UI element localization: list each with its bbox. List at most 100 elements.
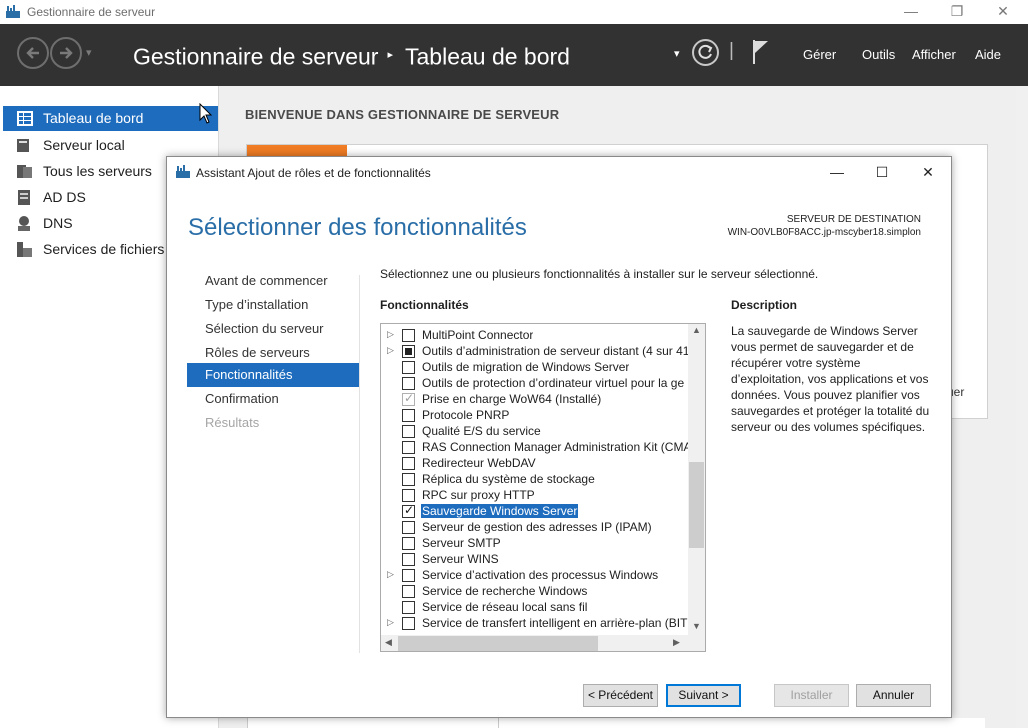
scroll-left-icon[interactable]: ◀ bbox=[385, 637, 392, 648]
menu-help[interactable]: Aide bbox=[975, 47, 1001, 62]
expand-icon[interactable]: ▷ bbox=[387, 345, 394, 356]
sidebar-item-label: Tous les serveurs bbox=[43, 163, 152, 179]
step-installation-type[interactable]: Type d’installation bbox=[187, 293, 359, 317]
menu-view[interactable]: Afficher bbox=[912, 47, 956, 62]
feature-label[interactable]: Qualité E/S du service bbox=[422, 424, 541, 438]
feature-label[interactable]: Service de recherche Windows bbox=[422, 584, 587, 598]
step-confirmation[interactable]: Confirmation bbox=[187, 387, 359, 411]
menu-tools[interactable]: Outils bbox=[862, 47, 895, 62]
features-horizontal-scrollbar[interactable]: ◀ ▶ bbox=[381, 635, 688, 651]
breadcrumb-app[interactable]: Gestionnaire de serveur bbox=[133, 43, 378, 69]
refresh-button[interactable] bbox=[692, 39, 719, 66]
feature-row[interactable]: Outils de protection d’ordinateur virtue… bbox=[381, 375, 689, 391]
notifications-flag-icon[interactable] bbox=[752, 39, 770, 65]
feature-checkbox[interactable] bbox=[402, 569, 415, 582]
scroll-down-icon[interactable]: ▼ bbox=[692, 621, 701, 631]
dialog-minimize-button[interactable]: — bbox=[822, 161, 852, 183]
feature-label[interactable]: RAS Connection Manager Administration Ki… bbox=[422, 440, 691, 454]
expand-icon[interactable]: ▷ bbox=[387, 569, 394, 580]
feature-checkbox[interactable] bbox=[402, 553, 415, 566]
feature-label[interactable]: Outils de migration de Windows Server bbox=[422, 360, 629, 374]
dialog-close-button[interactable]: ✕ bbox=[913, 161, 943, 183]
refresh-dropdown-icon[interactable]: ▾ bbox=[674, 47, 680, 60]
feature-label[interactable]: Serveur de gestion des adresses IP (IPAM… bbox=[422, 520, 652, 534]
next-button[interactable]: Suivant > bbox=[666, 684, 741, 707]
feature-checkbox[interactable] bbox=[402, 473, 415, 486]
step-server-selection[interactable]: Sélection du serveur bbox=[187, 317, 359, 341]
feature-row[interactable]: RPC sur proxy HTTP bbox=[381, 487, 689, 503]
feature-row[interactable]: ▷ Outils d’administration de serveur dist… bbox=[381, 343, 689, 359]
feature-label[interactable]: Outils de protection d’ordinateur virtue… bbox=[422, 376, 684, 390]
feature-row[interactable]: Serveur SMTP bbox=[381, 535, 689, 551]
feature-row[interactable]: Service de recherche Windows bbox=[381, 583, 689, 599]
sidebar-item-dashboard[interactable]: Tableau de bord bbox=[3, 106, 218, 131]
scroll-right-icon[interactable]: ▶ bbox=[673, 637, 680, 648]
feature-row[interactable]: Service de réseau local sans fil bbox=[381, 599, 689, 615]
close-button[interactable]: ✕ bbox=[980, 0, 1026, 24]
previous-button[interactable]: < Précédent bbox=[583, 684, 658, 707]
feature-checkbox[interactable] bbox=[402, 329, 415, 342]
feature-label[interactable]: Serveur WINS bbox=[422, 552, 499, 566]
feature-checkbox[interactable] bbox=[402, 537, 415, 550]
feature-checkbox[interactable] bbox=[402, 361, 415, 374]
feature-checkbox[interactable] bbox=[402, 425, 415, 438]
features-vertical-scrollbar[interactable]: ▲ ▼ bbox=[688, 324, 705, 635]
header-divider: | bbox=[729, 40, 734, 61]
feature-label[interactable]: Service de réseau local sans fil bbox=[422, 600, 587, 614]
feature-row[interactable]: Outils de migration de Windows Server bbox=[381, 359, 689, 375]
expand-icon[interactable]: ▷ bbox=[387, 617, 394, 628]
feature-row[interactable]: Serveur de gestion des adresses IP (IPAM… bbox=[381, 519, 689, 535]
feature-checkbox[interactable] bbox=[402, 521, 415, 534]
cancel-button[interactable]: Annuler bbox=[856, 684, 931, 707]
scroll-up-icon[interactable]: ▲ bbox=[692, 325, 701, 335]
feature-checkbox[interactable] bbox=[402, 585, 415, 598]
feature-row[interactable]: Prise en charge WoW64 (Installé) bbox=[381, 391, 689, 407]
history-dropdown-icon[interactable]: ▾ bbox=[86, 46, 92, 59]
feature-label[interactable]: Service d’activation des processus Windo… bbox=[422, 568, 658, 582]
feature-row[interactable]: Réplica du système de stockage bbox=[381, 471, 689, 487]
feature-row[interactable]: Qualité E/S du service bbox=[381, 423, 689, 439]
dialog-maximize-button[interactable]: ☐ bbox=[867, 161, 897, 183]
feature-label[interactable]: RPC sur proxy HTTP bbox=[422, 488, 535, 502]
feature-label[interactable]: MultiPoint Connector bbox=[422, 328, 533, 342]
step-before-you-begin[interactable]: Avant de commencer bbox=[187, 269, 359, 293]
feature-label[interactable]: Réplica du système de stockage bbox=[422, 472, 595, 486]
feature-checkbox[interactable] bbox=[402, 489, 415, 502]
feature-label[interactable]: Outils d’administration de serveur dista… bbox=[422, 344, 689, 358]
back-button[interactable] bbox=[17, 37, 49, 69]
feature-row[interactable]: Sauvegarde Windows Server bbox=[381, 503, 689, 519]
step-server-roles[interactable]: Rôles de serveurs bbox=[187, 341, 359, 365]
expand-icon[interactable]: ▷ bbox=[387, 329, 394, 340]
forward-button[interactable] bbox=[50, 37, 82, 69]
feature-checkbox[interactable] bbox=[402, 409, 415, 422]
feature-label[interactable]: Sauvegarde Windows Server bbox=[421, 504, 579, 518]
main-scrollbar[interactable] bbox=[1016, 86, 1028, 728]
feature-checkbox[interactable] bbox=[402, 377, 415, 390]
feature-row[interactable]: Protocole PNRP bbox=[381, 407, 689, 423]
minimize-button[interactable]: — bbox=[888, 0, 934, 24]
menu-manage[interactable]: Gérer bbox=[803, 47, 836, 62]
feature-checkbox[interactable] bbox=[402, 617, 415, 630]
install-button[interactable]: Installer bbox=[774, 684, 849, 707]
feature-row[interactable]: ▷ Service de transfert intelligent en arr… bbox=[381, 615, 695, 631]
feature-label[interactable]: Prise en charge WoW64 (Installé) bbox=[422, 392, 601, 406]
feature-checkbox[interactable] bbox=[402, 345, 415, 358]
feature-row[interactable]: ▷ Service d’activation des processus Wind… bbox=[381, 567, 689, 583]
scrollbar-thumb[interactable] bbox=[689, 462, 704, 548]
step-features[interactable]: Fonctionnalités bbox=[187, 363, 359, 387]
feature-row[interactable]: Redirecteur WebDAV bbox=[381, 455, 689, 471]
feature-checkbox[interactable] bbox=[402, 503, 415, 518]
feature-checkbox[interactable] bbox=[402, 457, 415, 470]
feature-label[interactable]: Service de transfert intelligent en arri… bbox=[422, 616, 695, 630]
feature-label[interactable]: Serveur SMTP bbox=[422, 536, 501, 550]
feature-checkbox[interactable] bbox=[402, 601, 415, 614]
feature-checkbox[interactable] bbox=[402, 441, 415, 454]
sidebar-item-local-server[interactable]: Serveur local bbox=[3, 133, 218, 158]
feature-row[interactable]: RAS Connection Manager Administration Ki… bbox=[381, 439, 691, 455]
feature-row[interactable]: ▷ MultiPoint Connector bbox=[381, 327, 689, 343]
feature-row[interactable]: Serveur WINS bbox=[381, 551, 689, 567]
scrollbar-thumb[interactable] bbox=[398, 636, 598, 651]
feature-label[interactable]: Redirecteur WebDAV bbox=[422, 456, 536, 470]
feature-label[interactable]: Protocole PNRP bbox=[422, 408, 509, 422]
maximize-button[interactable]: ❐ bbox=[934, 0, 980, 24]
